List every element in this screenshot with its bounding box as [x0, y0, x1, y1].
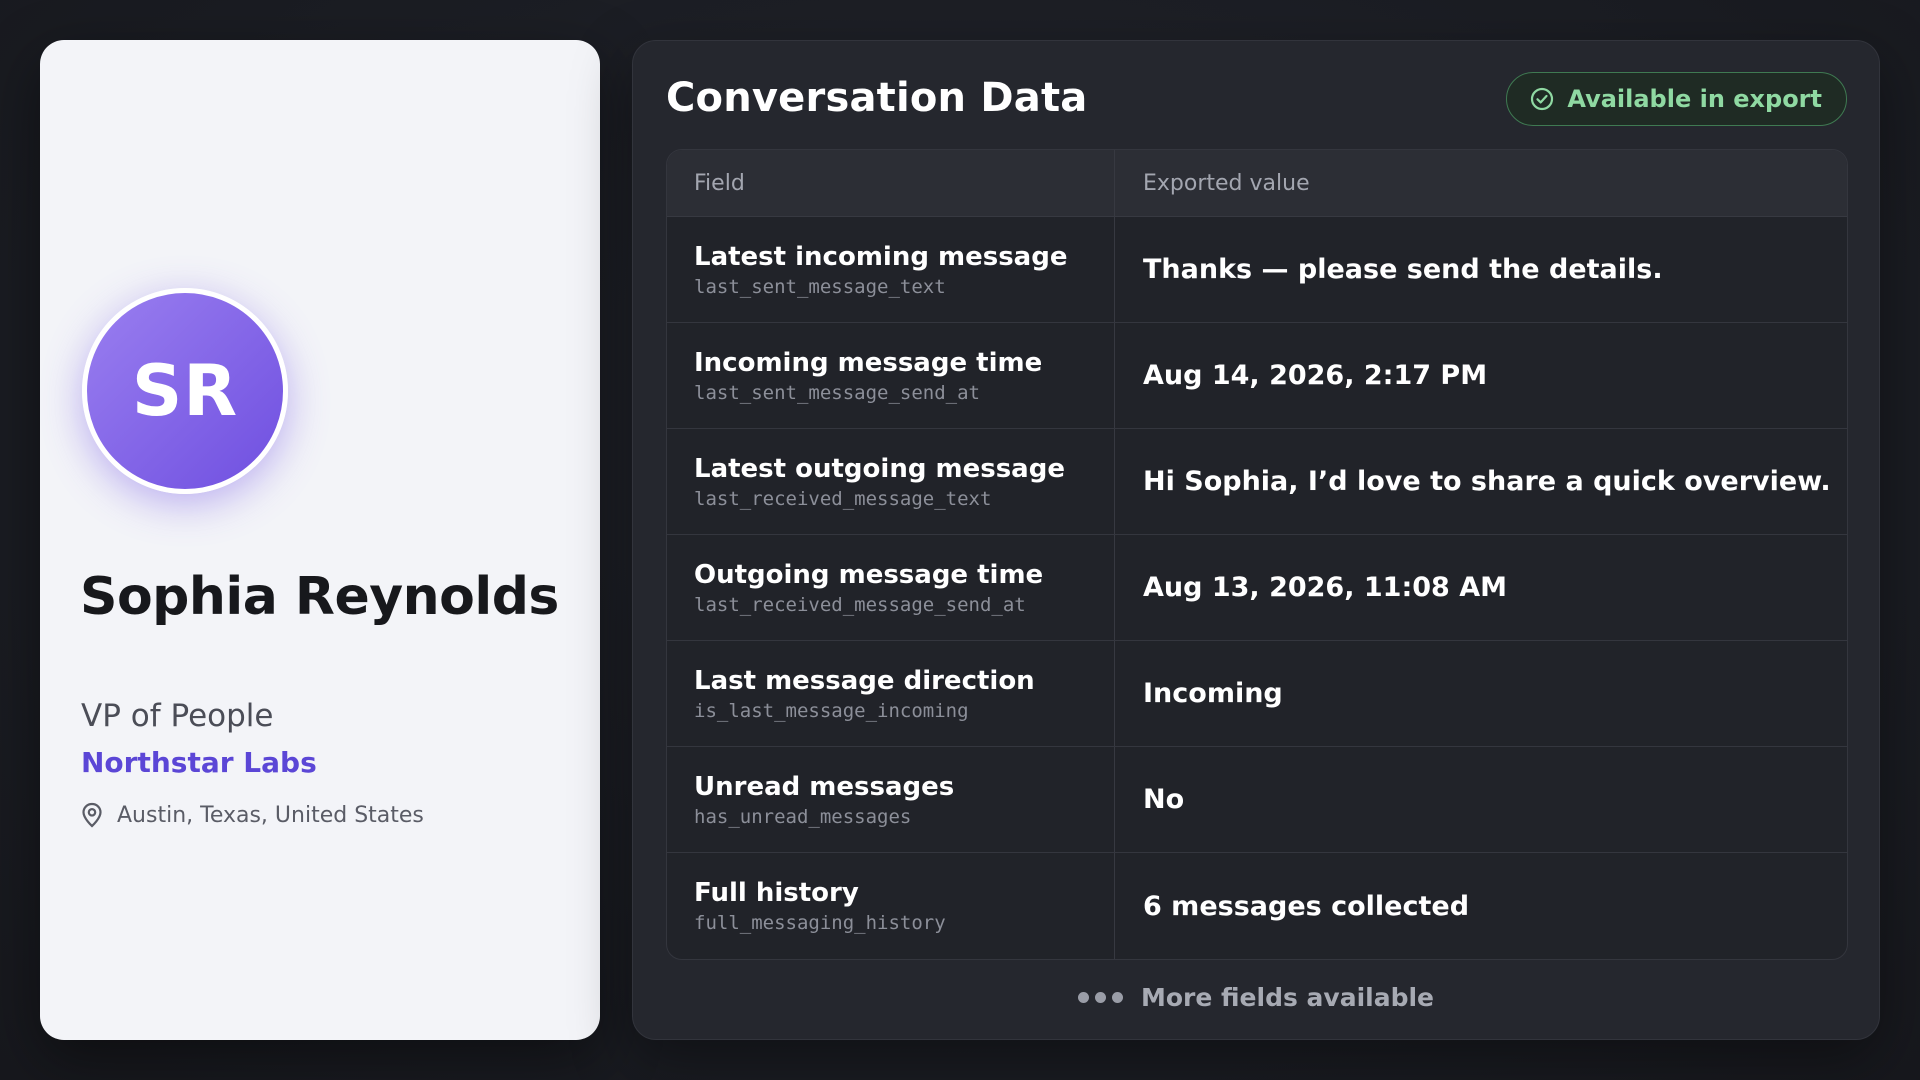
value-cell: Aug 13, 2026, 11:08 AM: [1143, 572, 1507, 603]
table-row: Last message direction is_last_message_i…: [667, 641, 1847, 747]
field-cell: Latest incoming message last_sent_messag…: [667, 217, 1115, 322]
value-cell: Incoming: [1143, 678, 1283, 709]
field-cell: Full history full_messaging_history: [667, 853, 1115, 959]
field-key: last_sent_message_send_at: [694, 381, 980, 404]
field-key: last_received_message_text: [694, 487, 992, 510]
export-badge-label: Available in export: [1567, 85, 1822, 113]
value-cell: No: [1143, 784, 1185, 815]
map-pin-icon: [81, 802, 103, 828]
value-cell: Aug 14, 2026, 2:17 PM: [1143, 360, 1488, 391]
panel-title: Conversation Data: [666, 75, 1088, 121]
avatar-initials: SR: [131, 350, 239, 432]
table-row: Full history full_messaging_history 6 me…: [667, 853, 1847, 959]
profile-company-link[interactable]: Northstar Labs: [81, 746, 317, 779]
profile-job-title: VP of People: [81, 698, 274, 734]
field-key: full_messaging_history: [694, 912, 946, 934]
field-label: Full history: [694, 878, 859, 908]
conversation-data-panel: Conversation Data Available in export Fi…: [632, 40, 1880, 1040]
column-header-field: Field: [667, 150, 1115, 216]
table-row: Latest incoming message last_sent_messag…: [667, 217, 1847, 323]
field-label: Last message direction: [694, 665, 1035, 696]
profile-card: SR Sophia Reynolds VP of People Northsta…: [40, 40, 600, 1040]
conversation-fields-table: Field Exported value Latest incoming mes…: [666, 149, 1848, 960]
field-label: Outgoing message time: [694, 559, 1044, 590]
value-cell: Thanks — please send the details.: [1143, 254, 1663, 285]
more-fields-link[interactable]: More fields available: [633, 983, 1879, 1012]
profile-name: Sophia Reynolds: [80, 567, 559, 627]
ellipsis-icon: [1077, 992, 1123, 1003]
field-key: last_received_message_send_at: [694, 593, 1026, 616]
location-text: Austin, Texas, United States: [117, 802, 424, 828]
value-cell: 6 messages collected: [1143, 890, 1470, 922]
avatar: SR: [82, 288, 288, 494]
profile-location: Austin, Texas, United States: [81, 802, 424, 828]
field-label: Latest outgoing message: [694, 453, 1065, 484]
column-header-exported-value: Exported value: [1143, 170, 1310, 196]
export-status-badge: Available in export: [1506, 72, 1847, 126]
field-cell: Incoming message time last_sent_message_…: [667, 323, 1115, 428]
field-label: Latest incoming message: [694, 241, 1068, 272]
value-cell: Hi Sophia, I’d love to share a quick ove…: [1143, 466, 1831, 497]
field-cell: Latest outgoing message last_received_me…: [667, 429, 1115, 534]
table-row: Latest outgoing message last_received_me…: [667, 429, 1847, 535]
more-fields-label: More fields available: [1140, 983, 1435, 1012]
field-cell: Last message direction is_last_message_i…: [667, 641, 1115, 746]
field-key: last_sent_message_text: [694, 275, 946, 298]
check-circle-icon: [1529, 86, 1555, 112]
field-key: has_unread_messages: [694, 805, 912, 828]
field-label: Unread messages: [694, 771, 955, 802]
field-cell: Outgoing message time last_received_mess…: [667, 535, 1115, 640]
field-cell: Unread messages has_unread_messages: [667, 747, 1115, 852]
table-row: Outgoing message time last_received_mess…: [667, 535, 1847, 641]
table-header: Field Exported value: [667, 150, 1847, 217]
table-row: Unread messages has_unread_messages No: [667, 747, 1847, 853]
table-row: Incoming message time last_sent_message_…: [667, 323, 1847, 429]
stage: SR Sophia Reynolds VP of People Northsta…: [0, 0, 1920, 1080]
field-key: is_last_message_incoming: [694, 699, 969, 722]
field-label: Incoming message time: [694, 347, 1043, 378]
